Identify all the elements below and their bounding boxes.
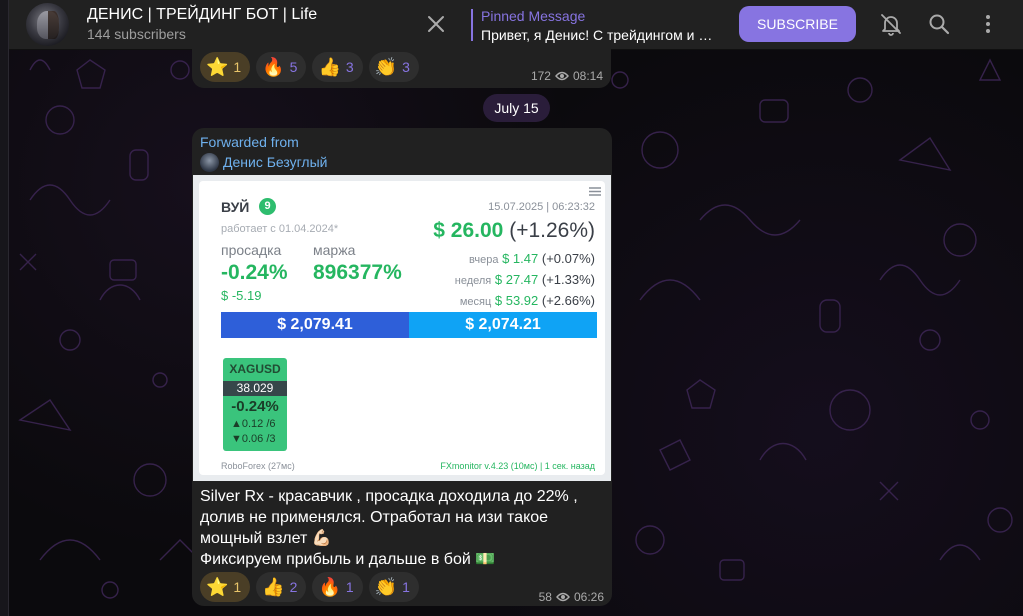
message-time: 06:26 [573,590,604,604]
margin-value: 896377% [313,261,402,284]
profit-value: $ 26.00 [433,219,504,242]
reaction-count: 1 [402,579,410,595]
week-value: $ 27.47 [494,272,539,287]
ticker-down: ▼0.06 /3 [231,433,276,445]
source-name: Денис Безуглый [223,154,328,170]
pinned-message[interactable]: Pinned Message Привет, я Денис! С трейди… [471,8,721,43]
report-datetime: 15.07.2025 | 06:23:32 [488,201,595,213]
pinned-text: Привет, я Денис! С трейдингом и … [481,27,713,43]
monitor-footer: FXmonitor v.4.23 (10мс) | 1 сек. назад [440,461,595,471]
message-line: долив не применялся. Отработал на изи та… [200,509,549,526]
reaction-thumbs-up[interactable]: 👍 3 [312,52,363,82]
reaction-count: 1 [233,579,242,595]
ticker-price: 38.029 [223,381,287,396]
date-separator: July 15 [483,94,550,122]
avatar-shade [48,11,59,39]
message-meta: 58 06:26 [539,590,604,604]
reaction-star[interactable]: ⭐ 1 [200,572,251,602]
month-label: месяц [459,296,492,308]
broker-footer: RoboForex (27мс) [221,461,295,471]
reactions-bar: ⭐ 1 🔥 5 👍 3 👏 3 [200,52,419,82]
channel-avatar[interactable] [26,3,69,46]
trading-stats-card: ВУЙ 9 работает с 01.04.2024* просадка ма… [199,181,605,475]
reaction-fire[interactable]: 🔥 1 [312,572,363,602]
message-line: Фиксируем прибыль и дальше в бой 💵 [200,551,496,568]
star-emoji: ⭐ [206,577,229,597]
reaction-count: 5 [289,59,298,75]
channel-title[interactable]: ДЕНИС | ТРЕЙДИНГ БОТ | Life [87,6,317,24]
yesterday-row: вчера $ 1.47 (+0.07%) [469,251,595,266]
subscriber-count: 144 subscribers [87,26,186,42]
drawdown-label: просадка [221,242,282,258]
message-meta: 172 08:14 [531,69,603,83]
ticker-change: -0.24% [231,398,279,415]
reaction-star[interactable]: ⭐ 1 [200,52,251,82]
reaction-clap[interactable]: 👏 3 [368,52,419,82]
month-row: месяц $ 53.92 (+2.66%) [460,293,595,308]
reaction-count: 1 [345,579,354,595]
chat-header: ДЕНИС | ТРЕЙДИНГ БОТ | Life 144 subscrib… [9,0,1023,50]
clap-emoji: 👏 [374,577,398,597]
thumbs-up-emoji: 👍 [318,57,341,77]
fire-emoji: 🔥 [318,577,341,597]
works-since: работает с 01.04.2024* [221,223,339,235]
message-line: Silver Rx - красавчик , просадка доходил… [200,488,578,505]
previous-message: ⭐ 1 🔥 5 👍 3 👏 3 172 08:14 [192,44,611,88]
week-row: неделя $ 27.47 (+1.33%) [455,272,595,287]
eye-icon [555,71,569,81]
week-pct: (+1.33%) [541,272,595,287]
star-emoji: ⭐ [206,57,229,77]
close-pinned-icon[interactable] [425,13,447,35]
week-label: неделя [454,275,492,287]
account-badge: 9 [259,198,276,215]
reaction-count: 2 [289,579,298,595]
message-line: мощный взлет 💪🏻 [200,530,332,547]
month-value: $ 53.92 [494,293,539,308]
margin-label: маржа [313,242,356,258]
ticker-symbol: XAGUSD [229,362,281,376]
profit-pct: (+1.26%) [509,219,595,242]
reaction-count: 3 [345,59,354,75]
month-pct: (+2.66%) [541,293,595,308]
message-text: Silver Rx - красавчик , просадка доходил… [200,486,604,570]
reaction-fire[interactable]: 🔥 5 [256,52,307,82]
balance-value: $ 2,079.41 [221,312,409,338]
forwarded-source[interactable]: Денис Безуглый [200,152,328,172]
fire-emoji: 🔥 [262,57,285,77]
view-count: 172 [530,69,551,83]
reaction-count: 3 [402,59,410,75]
balance-equity-bar: $ 2,079.41 $ 2,074.21 [221,312,597,338]
thumbs-up-emoji: 👍 [262,577,285,597]
more-vertical-icon[interactable] [976,12,1000,36]
equity-value: $ 2,074.21 [409,312,597,338]
account-name: ВУЙ [221,199,250,215]
menu-icon [589,187,601,196]
pinned-title: Pinned Message [481,8,586,24]
subscribe-button[interactable]: SUBSCRIBE [739,6,856,42]
forwarded-label: Forwarded from [200,134,299,150]
reactions-bar: ⭐ 1 👍 2 🔥 1 👏 1 [200,572,419,602]
yesterday-value: $ 1.47 [502,251,539,266]
drawdown-usd: $ -5.19 [221,288,262,303]
left-panel-edge [0,0,9,616]
yesterday-label: вчера [469,254,499,266]
forwarded-message: Forwarded from Денис Безуглый ВУЙ 9 рабо… [192,128,612,606]
reaction-clap[interactable]: 👏 1 [368,572,419,602]
clap-emoji: 👏 [374,57,398,77]
eye-icon [556,592,570,602]
profit-today: $ 26.00 (+1.26%) [433,219,595,243]
view-count: 58 [538,590,552,604]
reaction-count: 1 [233,59,242,75]
source-avatar [200,152,219,172]
ticker-card: XAGUSD 38.029 -0.24% ▲0.12 /6 ▼0.06 /3 [223,358,287,451]
drawdown-value: -0.24% [221,261,288,284]
message-time: 08:14 [572,69,603,83]
yesterday-pct: (+0.07%) [541,251,595,266]
reaction-thumbs-up[interactable]: 👍 2 [256,572,307,602]
mute-bell-icon[interactable] [879,12,903,36]
search-icon[interactable] [927,12,951,36]
message-photo[interactable]: ВУЙ 9 работает с 01.04.2024* просадка ма… [193,175,611,481]
ticker-up: ▲0.12 /6 [231,418,276,430]
